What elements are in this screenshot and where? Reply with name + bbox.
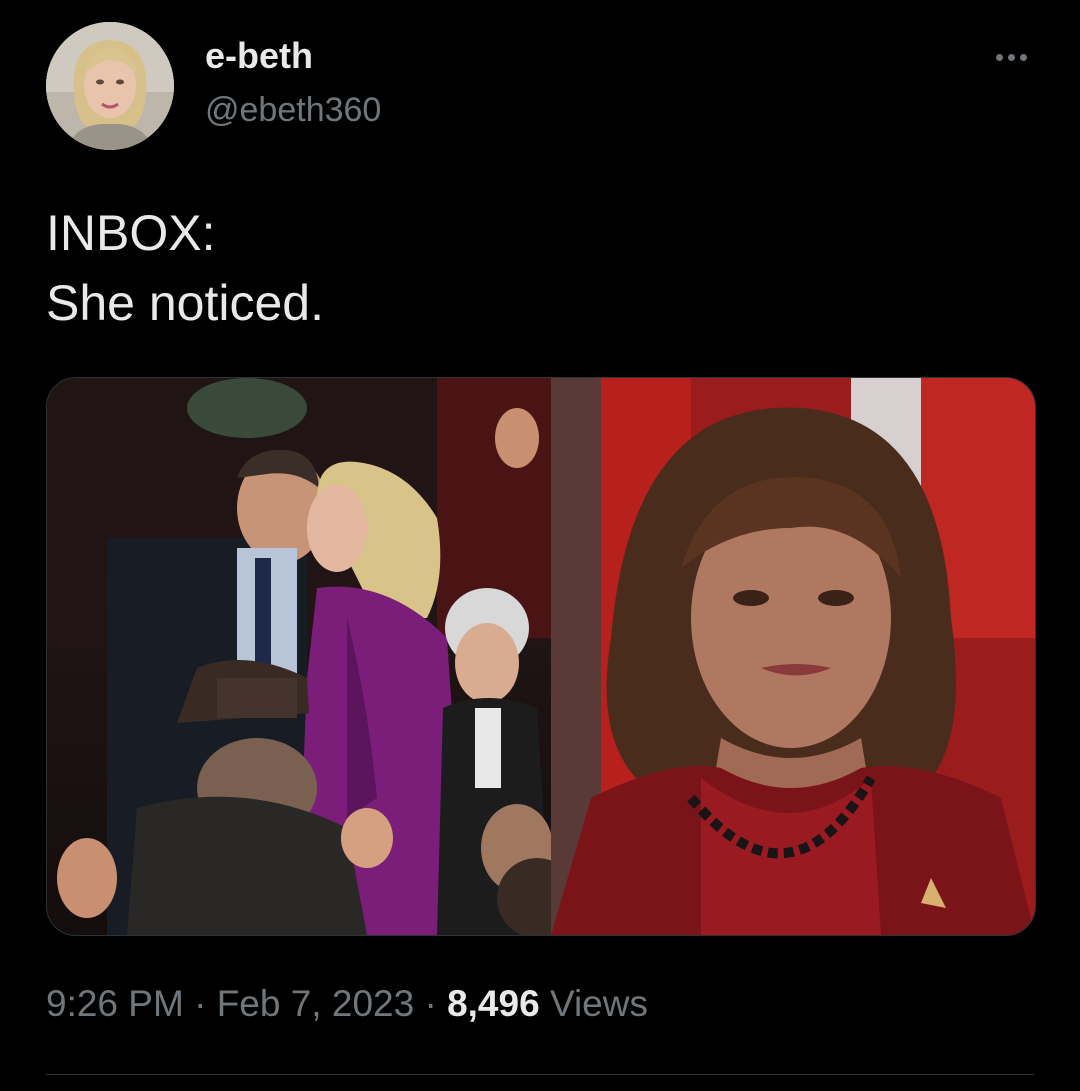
views-count: 8,496 — [447, 983, 540, 1024]
author-info: e-beth @ebeth360 — [205, 34, 381, 132]
tweet-text-line: INBOX: — [46, 205, 216, 261]
views-label: Views — [549, 983, 648, 1024]
user-handle[interactable]: @ebeth360 — [205, 88, 381, 132]
tweet: e-beth @ebeth360 INBOX: She noticed. 9:2… — [0, 0, 1080, 1091]
photo-image — [551, 378, 1035, 935]
meta-separator: · — [194, 983, 207, 1024]
avatar-image — [46, 22, 174, 150]
timestamp-time[interactable]: 9:26 PM — [46, 983, 184, 1024]
more-horizontal-icon — [995, 53, 1027, 61]
display-name[interactable]: e-beth — [205, 34, 381, 78]
tweet-text: INBOX: She noticed. — [46, 198, 1026, 338]
media-image-right[interactable] — [551, 378, 1035, 935]
media-image-left[interactable] — [47, 378, 551, 935]
timestamp-date[interactable]: Feb 7, 2023 — [217, 983, 414, 1024]
meta-separator: · — [424, 983, 437, 1024]
photo-image — [47, 378, 551, 935]
tweet-meta: 9:26 PM · Feb 7, 2023 · 8,496 Views — [46, 980, 648, 1028]
avatar[interactable] — [46, 22, 174, 150]
tweet-text-line: She noticed. — [46, 275, 324, 331]
divider — [46, 1074, 1034, 1075]
more-options-button[interactable] — [986, 42, 1036, 72]
media-grid — [46, 377, 1036, 936]
